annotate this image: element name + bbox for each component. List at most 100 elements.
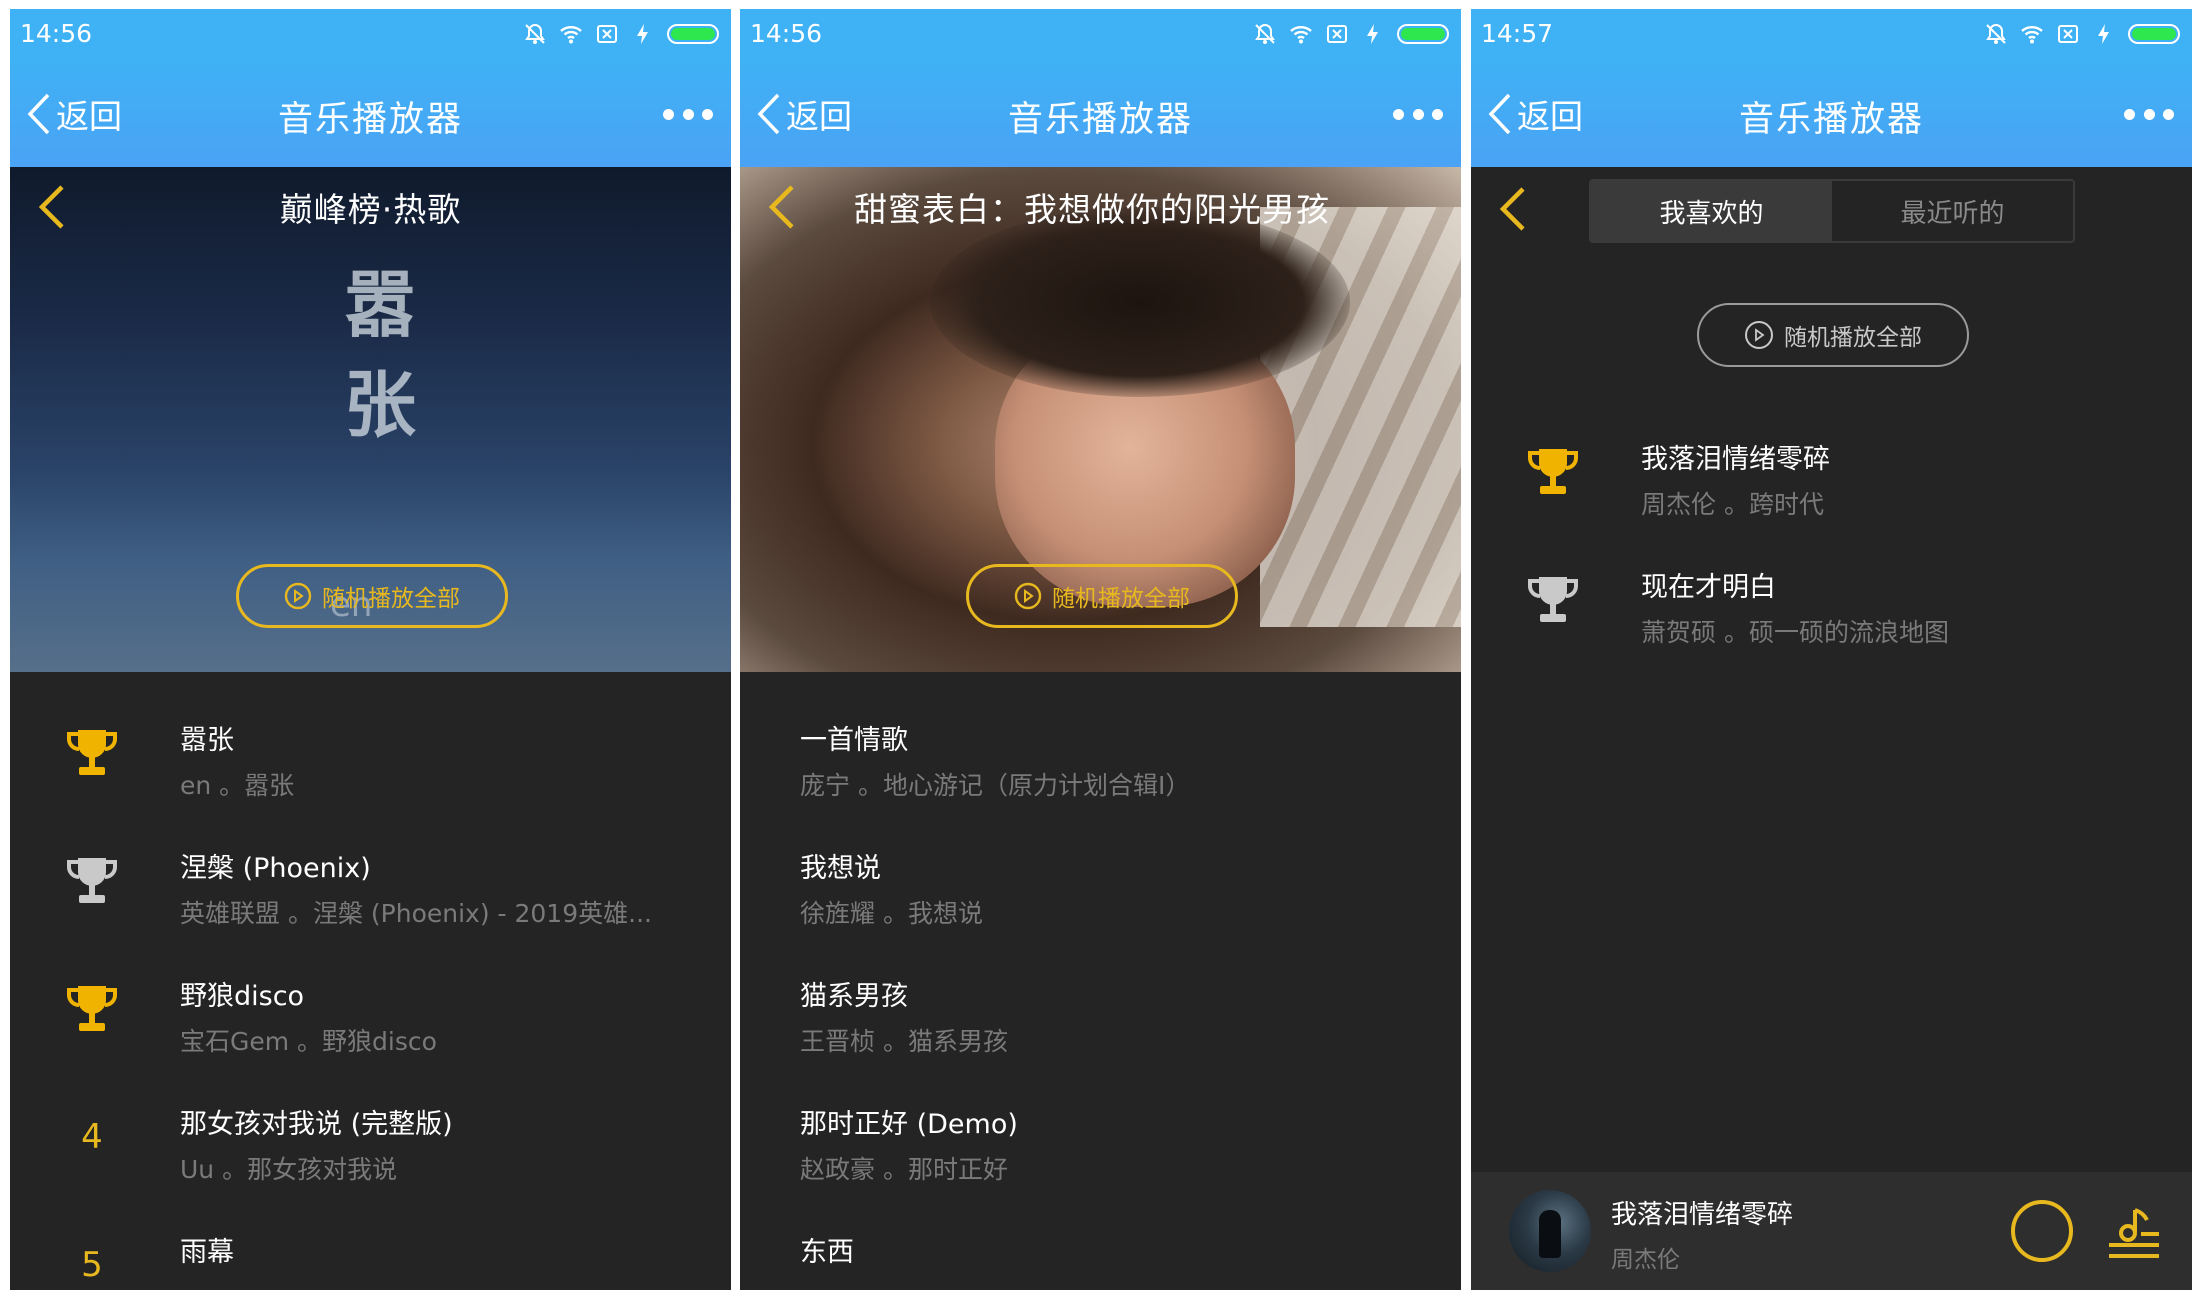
song-subtitle: 王晋桢 。猫系男孩 (800, 1027, 1008, 1056)
screen-favorites: 14:57 返回 音乐播放器 我喜欢的 最近听的 随机播放全部 我落泪情绪零碎 … (1471, 9, 2192, 1290)
tab-recent[interactable]: 最近听的 (1832, 181, 2073, 241)
album-art (1509, 1190, 1591, 1272)
song-row[interactable]: 4 那女孩对我说 (完整版) Uu 。那女孩对我说 (10, 1074, 731, 1202)
rank-number: 5 (81, 1245, 103, 1285)
status-icons (523, 22, 719, 46)
silver-trophy-icon (67, 858, 117, 903)
shuffle-all-label: 随机播放全部 (1784, 325, 1922, 351)
charging-bolt-icon (631, 22, 655, 46)
rank-badge: 4 (62, 1102, 122, 1172)
banner-back-chevron-icon[interactable] (762, 179, 802, 235)
back-label: 返回 (1517, 97, 1583, 136)
wifi-icon (1289, 22, 1313, 46)
status-bar: 14:56 (10, 9, 731, 61)
play-circle-icon (1745, 321, 1773, 349)
song-title: 涅槃 (Phoenix) (180, 853, 371, 884)
status-bar: 14:57 (1471, 9, 2192, 61)
back-button[interactable]: 返回 (24, 91, 122, 137)
back-label: 返回 (786, 97, 852, 136)
now-playing-artist: 周杰伦 (1611, 1247, 1680, 1273)
rank-number: 4 (81, 1117, 103, 1157)
song-title: 一首情歌 (800, 725, 908, 756)
song-row[interactable]: 一首情歌 庞宁 。地心游记（原力计划合辑I） (740, 690, 1461, 818)
song-subtitle: 英雄联盟 。涅槃 (Phoenix) - 2019英雄... (180, 899, 652, 928)
rank-badge (62, 846, 122, 916)
more-options-icon[interactable] (663, 99, 713, 129)
gold-trophy-icon (67, 730, 117, 775)
song-subtitle: Uu 。那女孩对我说 (180, 1155, 398, 1184)
gold-trophy-icon (67, 986, 117, 1031)
tab-favorites[interactable]: 我喜欢的 (1591, 181, 1832, 241)
rank-badge (62, 974, 122, 1044)
status-time: 14:56 (20, 19, 93, 48)
song-row[interactable]: 那时正好 (Demo) 赵政豪 。那时正好 (740, 1074, 1461, 1202)
sim-x-icon (1325, 22, 1349, 46)
song-title: 雨幕 (180, 1237, 234, 1268)
play-circle-icon (284, 582, 312, 610)
shuffle-all-button[interactable]: 随机播放全部 (1697, 303, 1969, 367)
play-circle-icon[interactable] (2011, 1200, 2073, 1262)
song-title: 我落泪情绪零碎 (1641, 444, 1830, 475)
back-button[interactable]: 返回 (1485, 91, 1583, 137)
more-options-icon[interactable] (2124, 99, 2174, 129)
back-button[interactable]: 返回 (754, 91, 852, 137)
song-title: 我想说 (800, 853, 881, 884)
status-time: 14:56 (750, 19, 823, 48)
title-bar: 返回 音乐播放器 (740, 61, 1461, 167)
rank-badge (1523, 437, 1583, 507)
song-row[interactable]: 涅槃 (Phoenix) 英雄联盟 。涅槃 (Phoenix) - 2019英雄… (10, 818, 731, 946)
mute-bell-icon (523, 22, 547, 46)
song-row[interactable]: 野狼disco 宝石Gem 。野狼disco (10, 946, 731, 1074)
shuffle-all-button[interactable]: 随机播放全部 (966, 564, 1238, 628)
song-title: 那时正好 (Demo) (800, 1109, 1018, 1140)
back-chevron-icon (757, 93, 780, 135)
song-title: 那女孩对我说 (完整版) (180, 1109, 453, 1140)
battery-icon (2128, 24, 2180, 44)
back-chevron-icon (27, 93, 50, 135)
song-title: 野狼disco (180, 981, 305, 1012)
song-title: 嚣张 (180, 725, 234, 756)
title-bar: 返回 音乐播放器 (10, 61, 731, 167)
song-row[interactable]: 东西 (740, 1202, 1461, 1290)
wifi-icon (2020, 22, 2044, 46)
song-subtitle: 庞宁 。地心游记（原力计划合辑I） (800, 771, 1191, 800)
sim-x-icon (595, 22, 619, 46)
playlist-icon[interactable] (2105, 1204, 2161, 1260)
screen-playlist: 14:56 返回 音乐播放器 甜蜜表白：我想做你的阳光男孩 随机播放全部 一首情… (740, 9, 1461, 1290)
status-icons (1984, 22, 2180, 46)
status-bar: 14:56 (740, 9, 1461, 61)
artwork-character: 张 (343, 362, 416, 447)
playlist-banner: 嚣 张 en 巅峰榜·热歌 随机播放全部 (10, 167, 731, 672)
song-row[interactable]: 嚣张 en 。嚣张 (10, 690, 731, 818)
screen-top-chart: 14:56 返回 音乐播放器 嚣 张 en 巅峰榜·热歌 随机播放全部 嚣张 e… (10, 9, 731, 1290)
back-chevron-icon[interactable] (1493, 181, 1533, 237)
playlist-title: 甜蜜表白：我想做你的阳光男孩 (854, 190, 1330, 229)
song-row[interactable]: 我落泪情绪零碎 周杰伦 。跨时代 (1471, 409, 2192, 537)
charging-bolt-icon (2092, 22, 2116, 46)
more-options-icon[interactable] (1393, 99, 1443, 129)
charging-bolt-icon (1361, 22, 1385, 46)
song-subtitle: 萧贺硕 。硕一硕的流浪地图 (1641, 618, 1949, 647)
battery-icon (667, 24, 719, 44)
song-row[interactable]: 现在才明白 萧贺硕 。硕一硕的流浪地图 (1471, 537, 2192, 665)
mini-player[interactable]: 我落泪情绪零碎 周杰伦 (1471, 1172, 2192, 1290)
rank-badge: 5 (62, 1230, 122, 1290)
mute-bell-icon (1984, 22, 2008, 46)
sim-x-icon (2056, 22, 2080, 46)
song-subtitle: 周杰伦 。跨时代 (1641, 490, 1824, 519)
song-title: 现在才明白 (1641, 572, 1776, 603)
song-title: 东西 (800, 1237, 854, 1268)
rank-badge (62, 718, 122, 788)
playlist-title: 巅峰榜·热歌 (279, 190, 462, 229)
artwork-character: 嚣 (343, 262, 416, 347)
mute-bell-icon (1253, 22, 1277, 46)
battery-icon (1397, 24, 1449, 44)
song-subtitle: 徐旌耀 。我想说 (800, 899, 983, 928)
shuffle-all-button[interactable]: 随机播放全部 (236, 564, 508, 628)
wifi-icon (559, 22, 583, 46)
song-row[interactable]: 猫系男孩 王晋桢 。猫系男孩 (740, 946, 1461, 1074)
gold-trophy-icon (1528, 449, 1578, 494)
silver-trophy-icon (1528, 577, 1578, 622)
song-row[interactable]: 5 雨幕 (10, 1202, 731, 1290)
song-row[interactable]: 我想说 徐旌耀 。我想说 (740, 818, 1461, 946)
